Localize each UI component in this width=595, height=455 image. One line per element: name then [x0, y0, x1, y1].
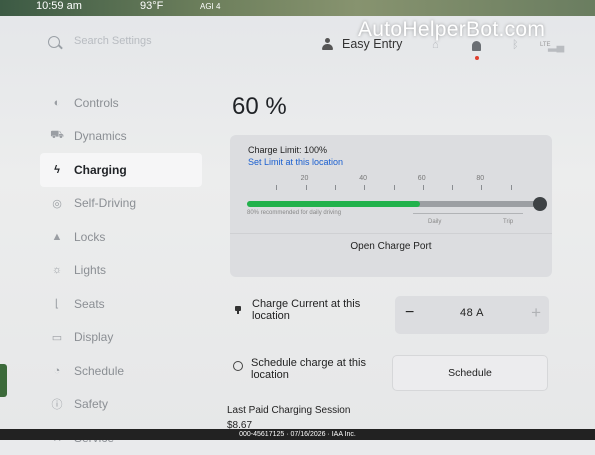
sidebar-item-safety[interactable]: ⓘ Safety: [40, 388, 202, 422]
battery-percent: 60 %: [232, 93, 287, 120]
sidebar-item-display[interactable]: ▭ Display: [40, 321, 202, 355]
search-input[interactable]: [72, 34, 256, 48]
sidebar-item-lights[interactable]: ☼ Lights: [40, 254, 202, 288]
sidebar-item-label: Seats: [74, 296, 105, 311]
sun-icon: ☼: [51, 264, 63, 277]
trip-label: Trip: [503, 219, 514, 225]
clock-icon: [233, 361, 243, 371]
slider-tick-mark: [364, 185, 366, 190]
slider-tick-mark: [452, 185, 454, 190]
sidebar-item-label: Dynamics: [74, 129, 127, 144]
recommend-text: 80% recommended for daily driving: [247, 210, 342, 216]
driver-profile[interactable]: Easy Entry: [322, 32, 402, 56]
set-limit-link[interactable]: Set Limit at this location: [248, 157, 343, 167]
slider-tick-mark: [510, 185, 512, 190]
status-bar: 10:59 am 93°F AGI 4: [0, 0, 595, 16]
sidebar-item-schedule[interactable]: ◔ Schedule: [40, 354, 202, 388]
increase-current-button[interactable]: +: [531, 303, 541, 323]
info-icon: ⓘ: [51, 399, 63, 412]
slider-tick-label: 60: [417, 175, 426, 182]
schedule-button[interactable]: Schedule: [392, 355, 548, 391]
display-icon: ▭: [51, 331, 63, 344]
charge-limit-handle[interactable]: [533, 197, 547, 211]
notification-dot: [475, 56, 479, 60]
slider-tick-mark: [305, 185, 307, 190]
charge-limit-slider[interactable]: [247, 197, 547, 211]
sidebar-item-label: Safety: [74, 397, 109, 412]
photo-caption: 000-45617125 · 07/16/2026 · IAA Inc.: [0, 429, 595, 440]
slider-tick-label: 40: [359, 175, 367, 182]
sidebar-item-charging[interactable]: ϟ Charging: [40, 153, 202, 187]
charge-current-value: 48 A: [459, 307, 485, 319]
lock-icon: ▲: [51, 230, 63, 243]
steering-wheel-icon: ◎: [52, 197, 62, 210]
slider-tick-mark: [422, 185, 424, 190]
toggle-icon: ◐: [53, 96, 61, 109]
plug-icon: [234, 303, 242, 314]
sidebar-item-label: Locks: [74, 229, 106, 244]
daily-label: Daily: [428, 219, 442, 225]
header-row: Easy Entry ⌂ ᛒ LTE ▂▄: [0, 30, 595, 62]
charge-current-label: Charge Current at this location: [252, 298, 361, 322]
sidebar-item-label: Charging: [74, 162, 127, 177]
profile-name: Easy Entry: [342, 37, 403, 51]
airbag-indicator: AGI 4: [200, 2, 221, 11]
last-paid-label: Last Paid Charging Session: [227, 405, 351, 416]
bell-icon[interactable]: [472, 41, 481, 51]
sidebar-item-label: Controls: [74, 95, 119, 110]
sidebar-item-label: Lights: [74, 263, 107, 278]
sidebar-item-label: Display: [74, 330, 114, 345]
sidebar-item-label: Self-Driving: [74, 196, 137, 211]
alarm-icon: ◔: [53, 364, 61, 377]
signal-icon: ▂▄: [548, 40, 565, 52]
status-time: 10:59 am: [36, 0, 82, 12]
person-icon: [322, 38, 333, 50]
sidebar-item-dynamics[interactable]: ⛟ Dynamics: [40, 120, 202, 154]
open-charge-port-button[interactable]: Open Charge Port: [230, 241, 552, 252]
charge-limit-label: Charge Limit: 100%: [248, 145, 328, 155]
slider-tick-mark: [276, 185, 278, 190]
range-line: [413, 213, 523, 214]
seat-icon: ⌊: [54, 298, 60, 311]
slider-tick-label: 80: [476, 175, 485, 182]
sidebar-item-controls[interactable]: ◐ Controls: [40, 86, 202, 120]
sidebar-item-label: Schedule: [74, 363, 125, 378]
outside-temperature: 93°F: [140, 0, 164, 12]
car-icon: ⛟: [50, 129, 64, 142]
settings-screen: 10:59 am 93°F AGI 4 AutoHelperBot.com Ea…: [0, 0, 595, 445]
home-icon[interactable]: ⌂: [432, 39, 439, 51]
slider-tick-mark: [481, 185, 483, 190]
app-edge-tab[interactable]: [0, 364, 7, 397]
search-icon[interactable]: [48, 36, 60, 48]
sidebar-item-locks[interactable]: ▲ Locks: [40, 220, 202, 254]
schedule-charge-label: Schedule charge at this location: [251, 357, 366, 381]
bluetooth-icon[interactable]: ᛒ: [512, 39, 519, 51]
settings-sidebar: ◐ Controls ⛟ Dynamics ϟ Charging ◎ Self-Driving…: [40, 86, 202, 455]
sidebar-item-self-driving[interactable]: ◎ Self-Driving: [40, 187, 202, 221]
slider-tick-label: 20: [300, 175, 309, 182]
charge-current-stepper: − 48 A +: [395, 296, 549, 334]
charge-limit-card: Charge Limit: 100% Set Limit at this loc…: [230, 135, 552, 277]
slider-tick-mark: [393, 185, 395, 190]
bolt-icon: ϟ: [54, 163, 60, 176]
card-divider: [230, 233, 552, 234]
charge-level-fill: [247, 201, 420, 207]
sidebar-item-seats[interactable]: ⌊ Seats: [40, 287, 202, 321]
slider-tick-mark: [334, 185, 336, 190]
